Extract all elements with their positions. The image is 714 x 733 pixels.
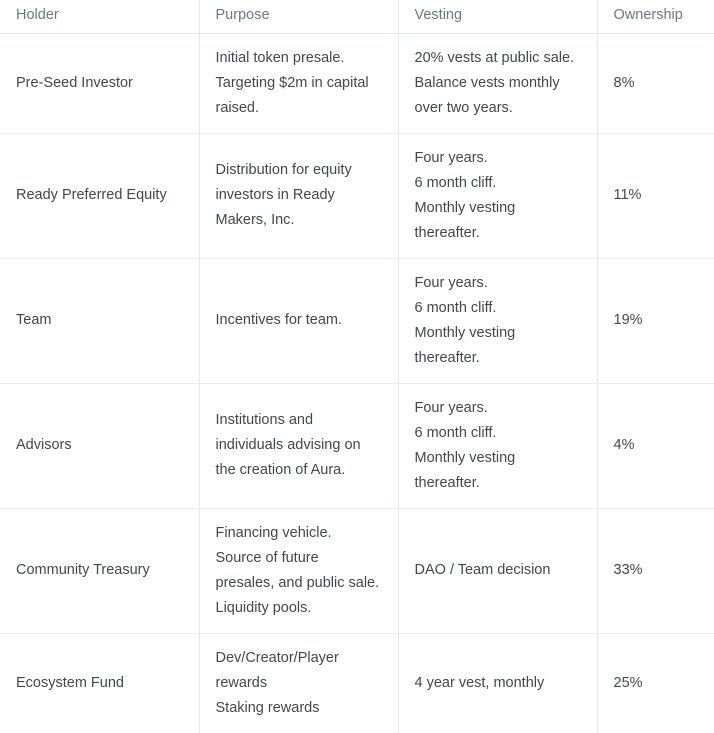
cell-vesting-line: 20% vests at public sale. <box>414 49 575 66</box>
table-row: Community Treasury Financing vehicle. Sou… <box>0 508 714 634</box>
cell-holder: Ready Preferred Equity <box>0 133 200 259</box>
cell-ownership: 25% <box>613 674 643 691</box>
cell-holder: Ecosystem Fund <box>0 633 200 733</box>
cell-ownership: 19% <box>597 258 714 384</box>
cell-vesting: 20% vests at public sale. Balance vests m… <box>398 33 598 134</box>
table-row: Ecosystem Fund Dev/Creator/Player rewards… <box>0 633 714 733</box>
cell-vesting: Four years. 6 month cliff. Monthly vesting… <box>398 383 598 509</box>
cell-purpose: Financing vehicle. Source of future pres… <box>199 508 399 634</box>
cell-vesting-line: 6 month cliff. <box>414 424 497 441</box>
table-row: Ready Preferred Equity Distribution for e… <box>0 133 714 259</box>
cell-vesting-line: 6 month cliff. <box>414 174 497 191</box>
table-header-row: Holder Purpose Vesting Ownership <box>0 0 714 34</box>
cell-purpose-line: Dev/Creator/Player rewards <box>215 649 339 691</box>
cell-holder: Advisors <box>0 383 200 509</box>
cell-purpose: Dev/Creator/Player rewards Staking reward… <box>199 633 399 733</box>
column-header-ownership: Ownership <box>597 0 714 34</box>
cell-vesting-line: Monthly vesting thereafter. <box>414 199 516 241</box>
cell-purpose: Incentives for team. <box>199 258 399 384</box>
table-body: Pre-Seed Investor Initial token presale. … <box>0 33 714 733</box>
cell-holder: Community Treasury <box>0 508 200 634</box>
table-row: Team Incentives for team. Four years. 6 mon… <box>0 258 714 384</box>
cell-purpose-line: Institutions and individuals advising on… <box>215 412 361 478</box>
cell-vesting-line: 4 year vest, monthly <box>414 674 545 691</box>
table-row: Pre-Seed Investor Initial token presale. … <box>0 33 714 134</box>
cell-holder: Team <box>0 258 200 384</box>
token-allocation-table: Holder Purpose Vesting Ownership Pre-See… <box>0 0 714 733</box>
cell-vesting-line: Four years. <box>414 399 488 416</box>
cell-vesting-line: Monthly vesting thereafter. <box>414 449 516 491</box>
column-header-holder: Holder <box>0 0 200 34</box>
cell-purpose-line: Staking rewards <box>215 699 320 716</box>
column-header-vesting: Vesting <box>398 0 598 34</box>
cell-vesting: Four years. 6 month cliff. Monthly vesting… <box>398 258 598 384</box>
cell-purpose: Initial token presale. Targeting $2m in … <box>199 33 399 134</box>
cell-vesting: Four years. 6 month cliff. Monthly vesting… <box>398 133 598 259</box>
cell-purpose-line: Incentives for team. <box>215 312 343 328</box>
cell-ownership: 11% <box>597 133 714 259</box>
cell-ownership: 33% <box>597 508 714 634</box>
cell-purpose-line: Distribution for equity investors in Rea… <box>215 162 352 228</box>
cell-vesting-line: Balance vests monthly over two years. <box>414 74 560 116</box>
cell-vesting: 4 year vest, monthly <box>398 633 598 733</box>
cell-purpose: Institutions and individuals advising on… <box>199 383 399 509</box>
cell-holder: Pre-Seed Investor <box>0 33 200 134</box>
cell-vesting-line: DAO / Team decision <box>414 562 551 578</box>
cell-purpose-line: Initial token presale. Targeting $2m in … <box>215 49 369 116</box>
cell-purpose-line: Financing vehicle. Source of future pres… <box>215 524 380 616</box>
cell-vesting-line: Four years. <box>414 149 488 166</box>
cell-vesting-line: 6 month cliff. <box>414 299 497 316</box>
cell-ownership: 4% <box>597 383 714 509</box>
table-header: Holder Purpose Vesting Ownership <box>0 0 714 34</box>
cell-ownership: 8% <box>597 33 714 134</box>
cell-purpose: Distribution for equity investors in Rea… <box>199 133 399 259</box>
cell-vesting: DAO / Team decision <box>398 508 598 634</box>
column-header-purpose: Purpose <box>199 0 399 34</box>
cell-vesting-line: Monthly vesting thereafter. <box>414 324 516 366</box>
cell-vesting-line: Four years. <box>414 274 488 291</box>
table-row: Advisors Institutions and individuals adv… <box>0 383 714 509</box>
